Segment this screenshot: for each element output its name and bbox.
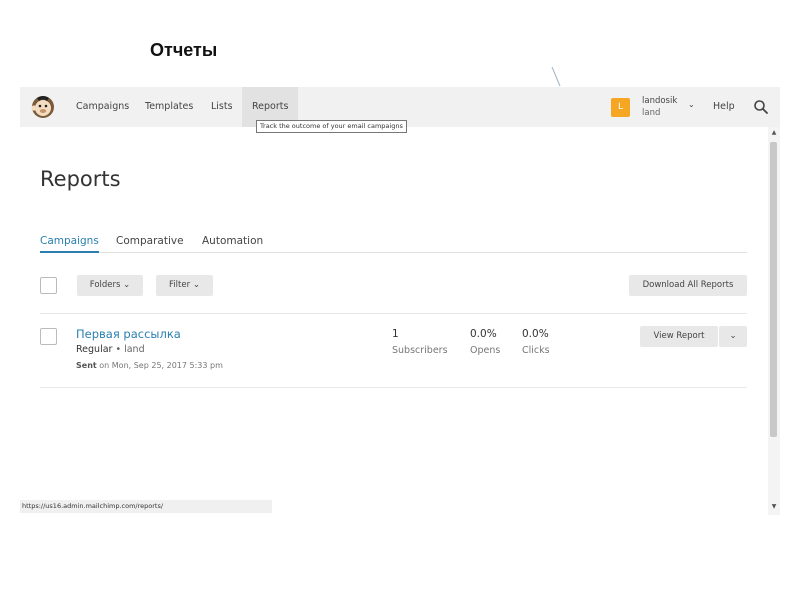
chevron-down-icon: ⌄ — [729, 331, 737, 341]
chevron-down-icon: ⌄ — [192, 280, 200, 290]
user-avatar[interactable]: L — [611, 98, 630, 117]
nav-campaigns[interactable]: Campaigns — [76, 87, 129, 127]
tab-campaigns[interactable]: Campaigns — [40, 235, 99, 253]
campaign-list: land — [124, 344, 145, 355]
slide-title: Отчеты — [150, 40, 218, 60]
reports-tooltip: Track the outcome of your email campaign… — [256, 120, 407, 133]
sent-date: on Mon, Sep 25, 2017 5:33 pm — [99, 361, 223, 370]
nav-templates[interactable]: Templates — [145, 87, 193, 127]
chevron-down-icon[interactable]: ⌄ — [688, 100, 695, 109]
campaign-name-link[interactable]: Первая рассылка — [76, 327, 181, 341]
campaign-sent-info: Sent on Mon, Sep 25, 2017 5:33 pm — [76, 361, 223, 370]
clicks-label: Clicks — [522, 345, 550, 356]
user-name[interactable]: landosik — [642, 96, 677, 106]
bullet-separator: • — [115, 344, 125, 355]
view-report-button[interactable]: View Report — [640, 326, 718, 347]
browser-viewport: Campaigns Templates Lists Reports L land… — [20, 87, 780, 515]
help-link[interactable]: Help — [713, 87, 735, 127]
scroll-up-arrow[interactable]: ▲ — [770, 129, 778, 137]
chevron-down-icon: ⌄ — [123, 280, 131, 290]
filter-label: Filter — [169, 280, 191, 290]
filter-button[interactable]: Filter ⌄ — [156, 275, 213, 296]
folders-button[interactable]: Folders ⌄ — [77, 275, 143, 296]
download-all-reports-button[interactable]: Download All Reports — [629, 275, 747, 296]
view-report-dropdown[interactable]: ⌄ — [719, 326, 747, 347]
mailchimp-logo[interactable] — [31, 95, 55, 119]
divider — [40, 387, 747, 388]
clicks-value: 0.0% — [522, 328, 549, 340]
scroll-down-arrow[interactable]: ▼ — [770, 503, 778, 511]
tab-automation[interactable]: Automation — [202, 235, 263, 253]
scrollbar[interactable]: ▲ ▼ — [768, 127, 780, 515]
page-title: Reports — [40, 167, 121, 191]
status-bar-url: https://us16.admin.mailchimp.com/reports… — [20, 500, 272, 513]
subscribers-label: Subscribers — [392, 345, 448, 356]
opens-value: 0.0% — [470, 328, 497, 340]
subscribers-value: 1 — [392, 328, 399, 340]
report-tabs: Campaigns Comparative Automation — [40, 235, 747, 253]
select-all-checkbox[interactable] — [40, 277, 57, 294]
campaign-type: Regular • land — [76, 344, 145, 355]
row-checkbox[interactable] — [40, 328, 57, 345]
scrollbar-thumb[interactable] — [770, 142, 777, 437]
sent-label: Sent — [76, 361, 97, 370]
user-org: land — [642, 108, 661, 118]
tab-comparative[interactable]: Comparative — [116, 235, 184, 253]
folders-label: Folders — [89, 280, 121, 290]
divider — [40, 313, 747, 314]
nav-lists[interactable]: Lists — [211, 87, 233, 127]
opens-label: Opens — [470, 345, 501, 356]
campaign-type-label: Regular — [76, 344, 113, 355]
search-icon[interactable] — [753, 99, 769, 115]
